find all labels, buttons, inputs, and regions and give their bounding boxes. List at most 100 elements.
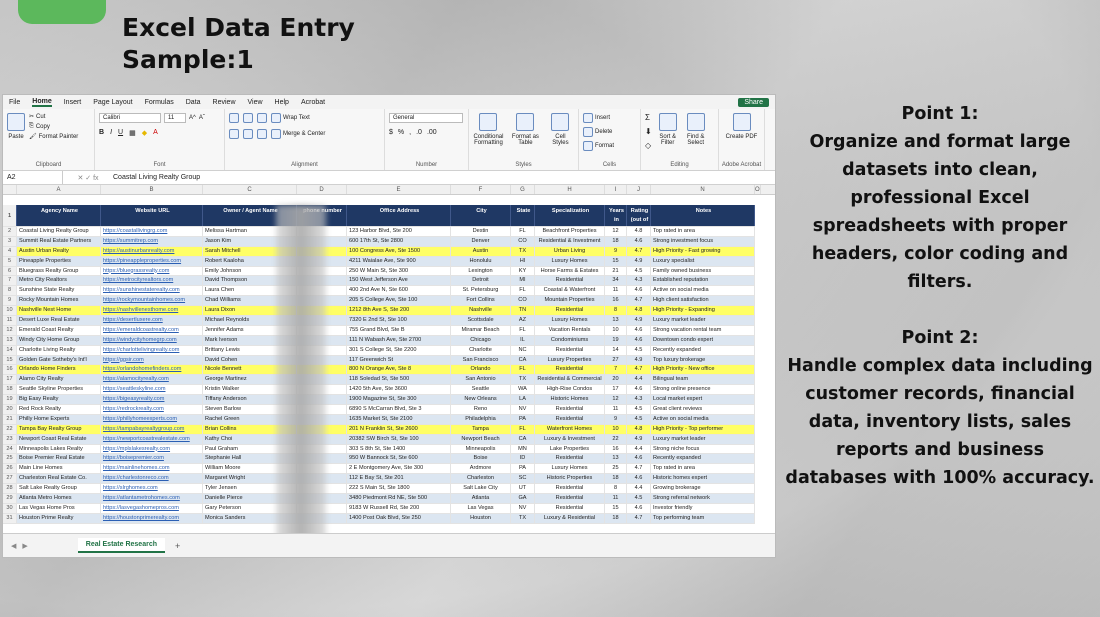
table-cell[interactable]: Big Easy Realty bbox=[17, 395, 101, 405]
table-cell[interactable]: Residential bbox=[535, 365, 605, 375]
table-cell[interactable]: https://bigeasyrealty.com bbox=[101, 395, 203, 405]
table-cell[interactable]: High client satisfaction bbox=[651, 296, 755, 306]
table-cell[interactable]: UT bbox=[511, 484, 535, 494]
table-cell[interactable]: Great client reviews bbox=[651, 405, 755, 414]
table-cell[interactable]: 20 bbox=[605, 375, 627, 385]
format-cells-button[interactable]: Format bbox=[583, 141, 636, 151]
row-number[interactable]: 25 bbox=[3, 454, 17, 464]
table-cell[interactable]: Austin bbox=[451, 246, 511, 256]
table-cell[interactable]: Atlanta Metro Homes bbox=[17, 494, 101, 503]
column-header[interactable]: G bbox=[511, 185, 535, 194]
table-cell[interactable]: TX bbox=[511, 513, 535, 523]
row-number[interactable]: 26 bbox=[3, 464, 17, 474]
table-cell[interactable]: 4.3 bbox=[627, 395, 651, 405]
table-cell[interactable]: Lake Properties bbox=[535, 444, 605, 454]
table-cell[interactable]: 400 2nd Ave N, Ste 600 bbox=[347, 286, 451, 296]
table-cell[interactable]: High Priority - Fast growing bbox=[651, 246, 755, 256]
row-number[interactable]: 3 bbox=[3, 236, 17, 246]
table-cell[interactable]: Luxury Homes bbox=[535, 464, 605, 474]
table-cell[interactable]: https://tampabayrealtygroup.com bbox=[101, 424, 203, 434]
table-cell[interactable]: Top rated in area bbox=[651, 227, 755, 236]
table-cell[interactable]: 118 Soledad St, Ste 500 bbox=[347, 375, 451, 385]
table-cell[interactable]: https://lasvegashomepros.com bbox=[101, 503, 203, 513]
table-cell[interactable]: Coastal & Waterfront bbox=[535, 286, 605, 296]
next-sheet-icon[interactable]: ▶ bbox=[22, 542, 27, 550]
table-cell[interactable]: https://austinurbanrealty.com bbox=[101, 246, 203, 256]
table-cell[interactable]: 4211 Waialae Ave, Ste 900 bbox=[347, 256, 451, 266]
row-number[interactable]: 27 bbox=[3, 474, 17, 484]
table-cell[interactable]: Red Rock Realty bbox=[17, 405, 101, 414]
table-cell[interactable]: 4.6 bbox=[627, 385, 651, 395]
table-cell[interactable]: 1900 Magazine St, Ste 300 bbox=[347, 395, 451, 405]
table-cell[interactable]: Recently expanded bbox=[651, 345, 755, 355]
shrink-font-button[interactable]: Aˇ bbox=[199, 113, 205, 123]
table-cell[interactable]: Charleston Real Estate Co. bbox=[17, 474, 101, 484]
table-cell[interactable]: 303 S 8th St, Ste 1400 bbox=[347, 444, 451, 454]
table-cell[interactable]: 11 bbox=[605, 286, 627, 296]
table-cell[interactable]: 4.4 bbox=[627, 375, 651, 385]
table-cell[interactable]: Strong online presence bbox=[651, 385, 755, 395]
font-name-select[interactable]: Calibri bbox=[99, 113, 161, 123]
table-cell[interactable]: Houston bbox=[451, 513, 511, 523]
table-cell[interactable]: 8 bbox=[605, 306, 627, 316]
table-cell[interactable]: Condominiums bbox=[535, 335, 605, 345]
table-cell[interactable]: https://mplslakesrealty.com bbox=[101, 444, 203, 454]
table-cell[interactable]: Minneapolis bbox=[451, 444, 511, 454]
table-cell[interactable]: Scottsdale bbox=[451, 316, 511, 325]
table-cell[interactable]: 9183 W Russell Rd, Ste 200 bbox=[347, 503, 451, 513]
table-cell[interactable]: https://charlestonreco.com bbox=[101, 474, 203, 484]
table-cell[interactable]: Boise bbox=[451, 454, 511, 464]
italic-button[interactable]: I bbox=[110, 129, 112, 137]
row-number[interactable]: 13 bbox=[3, 335, 17, 345]
row-number[interactable]: 18 bbox=[3, 385, 17, 395]
table-cell[interactable]: Pineapple Properties bbox=[17, 256, 101, 266]
table-cell[interactable]: 8 bbox=[605, 484, 627, 494]
align-left-icon[interactable] bbox=[229, 129, 239, 139]
table-cell[interactable]: Luxury Homes bbox=[535, 256, 605, 266]
table-cell[interactable]: 11 bbox=[605, 494, 627, 503]
table-cell[interactable]: https://sunshinestaterealty.com bbox=[101, 286, 203, 296]
table-cell[interactable]: Main Line Homes bbox=[17, 464, 101, 474]
table-cell[interactable]: Emerald Coast Realty bbox=[17, 325, 101, 335]
table-cell[interactable]: 1212 8th Ave S, Ste 200 bbox=[347, 306, 451, 316]
table-cell[interactable]: Residential bbox=[535, 345, 605, 355]
menu-review[interactable]: Review bbox=[213, 99, 236, 106]
row-number[interactable]: 17 bbox=[3, 375, 17, 385]
table-cell[interactable]: 7320 E 2nd St, Ste 100 bbox=[347, 316, 451, 325]
table-cell[interactable]: https://ggsir.com bbox=[101, 355, 203, 365]
table-cell[interactable]: Historic Homes bbox=[535, 395, 605, 405]
table-cell[interactable]: 4.6 bbox=[627, 335, 651, 345]
table-cell[interactable]: 4.5 bbox=[627, 405, 651, 414]
table-cell[interactable]: 1420 5th Ave, Ste 3600 bbox=[347, 385, 451, 395]
column-header[interactable]: F bbox=[451, 185, 511, 194]
table-cell[interactable]: IL bbox=[511, 335, 535, 345]
table-cell[interactable]: Charlotte bbox=[451, 345, 511, 355]
wrap-text-button[interactable]: Wrap Text bbox=[271, 113, 310, 123]
bold-button[interactable]: B bbox=[99, 129, 104, 137]
table-cell[interactable]: Newport Coast Real Estate bbox=[17, 434, 101, 444]
table-cell[interactable]: Seattle Skyline Properties bbox=[17, 385, 101, 395]
fill-icon[interactable]: ⬇ bbox=[645, 127, 652, 136]
table-cell[interactable]: 12 bbox=[605, 395, 627, 405]
table-cell[interactable]: LA bbox=[511, 395, 535, 405]
table-cell[interactable]: 4.5 bbox=[627, 266, 651, 276]
table-cell[interactable]: Atlanta bbox=[451, 494, 511, 503]
table-cell[interactable]: Golden Gate Sotheby's Int'l bbox=[17, 355, 101, 365]
table-cell[interactable]: 250 W Main St, Ste 300 bbox=[347, 266, 451, 276]
name-box[interactable]: A2 bbox=[3, 171, 63, 184]
table-cell[interactable]: 27 bbox=[605, 355, 627, 365]
column-header[interactable]: N bbox=[651, 185, 755, 194]
table-cell[interactable]: 4.7 bbox=[627, 296, 651, 306]
table-cell[interactable]: https://summitrep.com bbox=[101, 236, 203, 246]
grow-font-button[interactable]: A^ bbox=[189, 113, 196, 123]
menu-formulas[interactable]: Formulas bbox=[145, 99, 174, 106]
table-cell[interactable]: Historic Properties bbox=[535, 474, 605, 484]
table-cell[interactable]: Honolulu bbox=[451, 256, 511, 266]
autosum-icon[interactable]: Σ bbox=[645, 113, 652, 122]
table-cell[interactable]: FL bbox=[511, 286, 535, 296]
table-cell[interactable]: Philadelphia bbox=[451, 414, 511, 424]
table-cell[interactable]: 4.6 bbox=[627, 474, 651, 484]
table-cell[interactable]: Local market expert bbox=[651, 395, 755, 405]
table-cell[interactable]: 4.9 bbox=[627, 316, 651, 325]
table-cell[interactable]: https://metrocityrealtors.com bbox=[101, 276, 203, 286]
